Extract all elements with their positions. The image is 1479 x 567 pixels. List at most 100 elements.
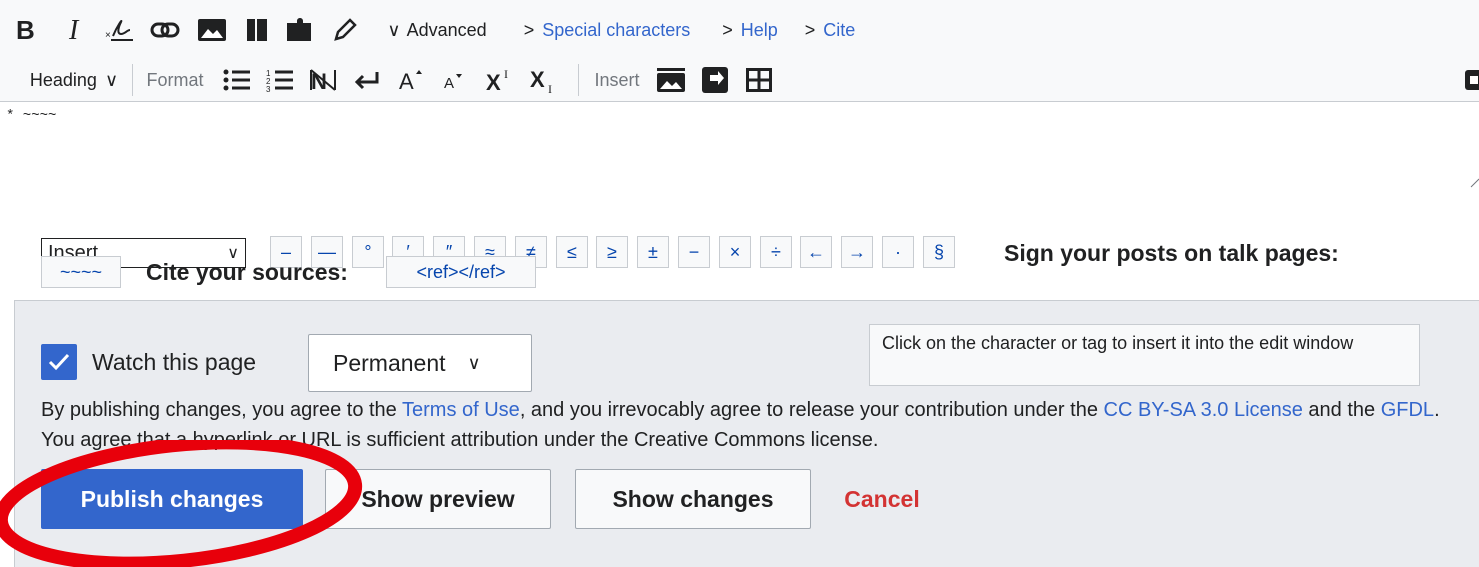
cancel-label: Cancel [844,485,920,512]
numbered-list-button[interactable]: 1 2 3 [263,60,297,100]
subscript-button[interactable]: X I [524,60,564,100]
cite-tab[interactable]: > Cite [798,10,862,50]
special-char-chip[interactable]: ← [800,236,832,268]
table-button[interactable] [742,60,776,100]
special-char-chip[interactable]: × [719,236,751,268]
pencil-button[interactable] [330,10,360,50]
link-button[interactable] [148,10,182,50]
show-preview-label: Show preview [361,485,515,512]
resize-handle-icon[interactable] [1470,176,1479,188]
newline-icon [354,72,379,90]
cite-label: Cite [823,19,856,40]
nowiki-icon: N [310,69,336,92]
reference-button[interactable] [242,10,272,50]
watch-expiry-dropdown[interactable]: Permanent ∨ [308,334,532,392]
special-characters-label: Special characters [542,19,691,40]
signature-chip-text: ~~~~ [59,261,103,282]
cc-by-sa-link[interactable]: CC BY-SA 3.0 License [1104,399,1303,421]
svg-text:A: A [399,69,414,93]
special-char-chip[interactable]: − [678,236,710,268]
special-char-chip[interactable]: → [841,236,873,268]
checkmark-icon [48,353,70,371]
gallery-icon [657,68,685,92]
signature-button[interactable]: × [102,10,136,50]
italic-icon: I [68,17,80,43]
ref-tag-chip-text: <ref></ref> [416,261,506,282]
edit-textarea[interactable]: * ~~~~ [0,102,1479,190]
chevron-down-icon: ∨ [104,69,119,90]
redirect-button[interactable] [698,60,732,100]
license-text: , and you irrevocably agree to release y… [519,399,1104,421]
show-changes-button[interactable]: Show changes [575,469,811,529]
heading-label: Heading [29,69,97,90]
signature-chip[interactable]: ~~~~ [41,256,121,288]
image-icon [198,19,226,41]
big-text-button[interactable]: A [394,60,428,100]
big-text-icon: A [399,69,422,93]
nowiki-button[interactable]: N [306,60,340,100]
show-preview-button[interactable]: Show preview [325,469,551,529]
special-char-chip[interactable]: ÷ [760,236,792,268]
cite-sources-label: Cite your sources: [146,259,348,285]
editor-content: * ~~~~ [6,108,57,124]
svg-text:B: B [16,17,35,43]
small-text-button[interactable]: A [436,60,470,100]
help-tab[interactable]: > Help [716,10,784,50]
insert-label: Insert [594,69,640,90]
link-icon [150,22,180,38]
terms-of-use-link[interactable]: Terms of Use [402,399,520,421]
cancel-link[interactable]: Cancel [822,469,942,529]
svg-text:A: A [444,75,454,92]
bulleted-list-icon [223,69,250,91]
gfdl-link[interactable]: GFDL [1381,399,1434,421]
chevron-right-icon: > [523,19,535,40]
gallery-button[interactable] [654,60,688,100]
special-char-chip[interactable]: ≥ [596,236,628,268]
search-replace-button[interactable] [1462,60,1479,100]
special-char-chip[interactable]: ± [637,236,669,268]
publish-changes-label: Publish changes [80,485,264,512]
svg-text:I: I [68,17,80,43]
redirect-icon [702,67,728,93]
svg-text:I: I [548,82,552,95]
chevron-right-icon: > [804,19,816,40]
chevron-down-icon: ∨ [387,19,401,40]
embedded-file-button[interactable] [195,10,229,50]
bold-button[interactable]: B [10,10,40,50]
ref-tag-chip[interactable]: <ref></ref> [386,256,536,288]
format-label: Format [146,69,204,90]
special-char-chip[interactable]: · [882,236,914,268]
svg-text:I: I [504,67,508,81]
special-char-chip[interactable]: ° [352,236,384,268]
license-text: By publishing changes, you agree to the [41,399,402,421]
bold-icon: B [16,17,35,43]
svg-text:×: × [105,30,111,41]
superscript-icon: X I [486,67,508,94]
numbered-list-icon: 1 2 3 [266,69,293,92]
chevron-right-icon: > [722,19,733,40]
advanced-tab[interactable]: ∨ Advanced [378,10,496,50]
toolbar-divider [578,64,579,96]
bulleted-list-button[interactable] [220,60,254,100]
sign-posts-label: Sign your posts on talk pages: [1004,240,1339,266]
svg-text:X: X [530,67,545,92]
table-icon [746,68,772,92]
insert-group-label: Insert [586,60,648,100]
puzzle-icon [287,18,311,41]
small-text-icon: A [444,74,462,92]
format-group-label: Format [140,60,210,100]
special-char-chip[interactable]: § [923,236,955,268]
special-characters-tab[interactable]: > Special characters [512,10,702,50]
publish-changes-button[interactable]: Publish changes [41,469,303,529]
toolbar-divider [132,64,133,96]
show-changes-label: Show changes [612,485,774,512]
advanced-label: Advanced [406,19,487,40]
watch-checkbox[interactable] [41,344,77,380]
newline-button[interactable] [350,60,384,100]
pencil-icon [334,18,357,41]
superscript-button[interactable]: X I [480,60,520,100]
special-char-chip[interactable]: ≤ [556,236,588,268]
italic-button[interactable]: I [62,10,90,50]
puzzle-button[interactable] [283,10,317,50]
heading-dropdown[interactable]: Heading ∨ [18,60,130,100]
